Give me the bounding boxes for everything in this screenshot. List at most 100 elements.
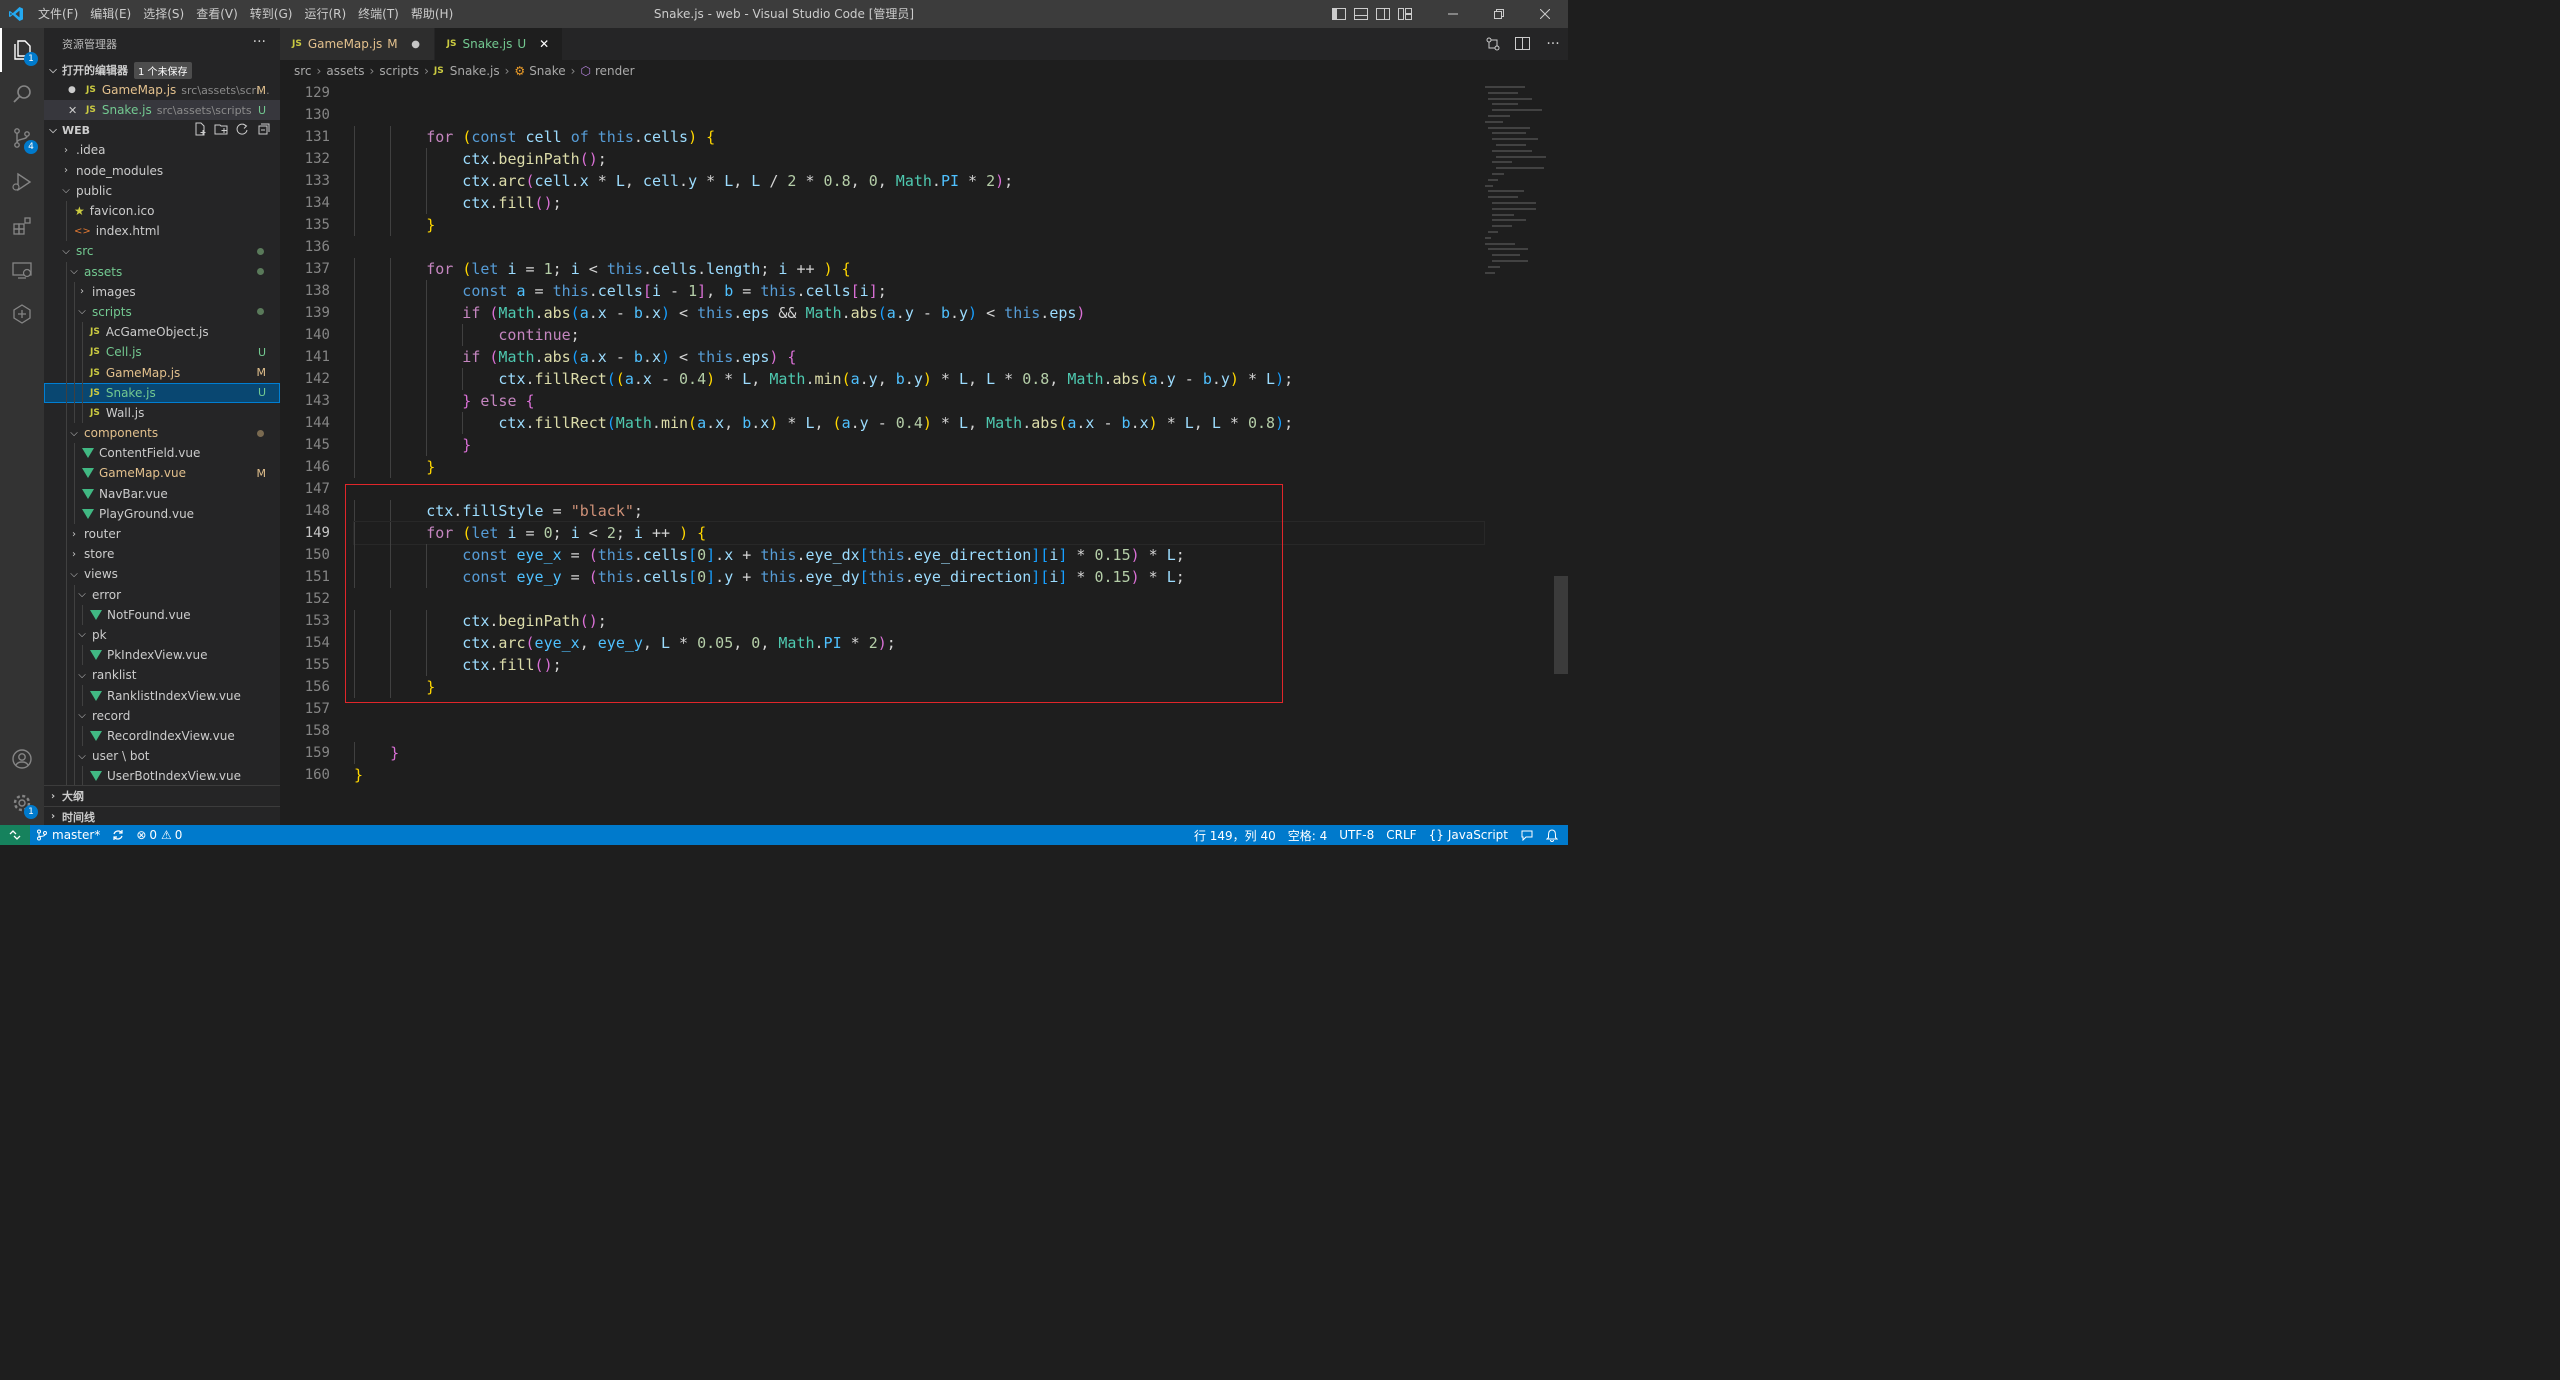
- code-editor[interactable]: 129 130 131 132 133 134 135 136 137 138 139 140 141 1…: [280, 82, 1568, 825]
- toggle-secondary-sidebar-icon[interactable]: [1372, 0, 1394, 28]
- remote-indicator-icon[interactable]: [0, 825, 30, 845]
- tree-folder[interactable]: › .idea: [44, 140, 280, 160]
- code-line[interactable]: ctx.fillStyle = "black";: [354, 500, 1484, 522]
- tree-file[interactable]: GameMap.vue M: [44, 463, 280, 484]
- code-line[interactable]: [354, 236, 1484, 258]
- close-tab-icon[interactable]: ✕: [536, 37, 552, 51]
- menu-item[interactable]: 终端(T): [352, 0, 405, 28]
- encoding[interactable]: UTF-8: [1333, 825, 1380, 845]
- code-line[interactable]: ctx.beginPath();: [354, 610, 1484, 632]
- run-debug-icon[interactable]: [0, 160, 44, 204]
- close-icon[interactable]: ✕: [68, 104, 80, 117]
- tree-file[interactable]: PkIndexView.vue: [44, 645, 280, 666]
- code-line[interactable]: ctx.fillRect(Math.min(a.x, b.x) * L, (a.…: [354, 412, 1484, 434]
- breadcrumb-item[interactable]: scripts: [379, 64, 419, 78]
- tree-file[interactable]: ★ favicon.ico: [44, 200, 280, 222]
- code-line[interactable]: }: [354, 742, 1484, 764]
- code-line[interactable]: }: [354, 764, 1484, 786]
- code-line[interactable]: ctx.arc(cell.x * L, cell.y * L, L / 2 * …: [354, 170, 1484, 192]
- customize-layout-icon[interactable]: [1394, 0, 1416, 28]
- code-line[interactable]: const eye_y = (this.cells[0].y + this.ey…: [354, 566, 1484, 588]
- tree-file[interactable]: RanklistIndexView.vue: [44, 685, 280, 706]
- code-line[interactable]: [354, 478, 1484, 500]
- tree-file[interactable]: JS Cell.js U: [44, 342, 280, 363]
- indentation[interactable]: 空格: 4: [1282, 825, 1334, 845]
- menu-item[interactable]: 运行(R): [298, 0, 352, 28]
- tree-folder[interactable]: ⌵ components: [44, 423, 280, 444]
- code-line[interactable]: continue;: [354, 324, 1484, 346]
- open-editors-section[interactable]: ⌵ 打开的编辑器 1 个未保存: [44, 60, 280, 80]
- breadcrumb-item[interactable]: render: [595, 64, 635, 78]
- tree-file[interactable]: JS Snake.js U: [44, 382, 280, 403]
- code-line[interactable]: ctx.beginPath();: [354, 148, 1484, 170]
- timeline-extension-icon[interactable]: [0, 292, 44, 336]
- tree-folder[interactable]: ⌵ src: [44, 241, 280, 261]
- settings-gear-icon[interactable]: 1: [0, 781, 44, 825]
- code-line[interactable]: }: [354, 434, 1484, 456]
- code-line[interactable]: if (Math.abs(a.x - b.x) < this.eps && Ma…: [354, 302, 1484, 324]
- menu-item[interactable]: 文件(F): [32, 0, 84, 28]
- toggle-panel-icon[interactable]: [1350, 0, 1372, 28]
- tree-folder[interactable]: ⌵ record: [44, 705, 280, 726]
- tree-folder[interactable]: ⌵ error: [44, 584, 280, 605]
- menu-item[interactable]: 查看(V): [190, 0, 244, 28]
- split-editor-icon[interactable]: [1508, 28, 1538, 60]
- new-file-icon[interactable]: [193, 122, 207, 136]
- code-line[interactable]: }: [354, 214, 1484, 236]
- code-line[interactable]: [354, 588, 1484, 610]
- workspace-section[interactable]: ⌵ WEB: [44, 120, 280, 140]
- sync-icon[interactable]: [106, 825, 130, 845]
- code-line[interactable]: [354, 720, 1484, 742]
- breadcrumb-item[interactable]: assets: [326, 64, 364, 78]
- branch-status[interactable]: master*: [30, 825, 106, 845]
- extensions-icon[interactable]: [0, 204, 44, 248]
- tree-file[interactable]: ContentField.vue: [44, 443, 280, 464]
- menu-item[interactable]: 选择(S): [137, 0, 190, 28]
- code-line[interactable]: for (let i = 1; i < this.cells.length; i…: [354, 258, 1484, 280]
- tree-folder[interactable]: ⌵ pk: [44, 624, 280, 646]
- code-line[interactable]: if (Math.abs(a.x - b.x) < this.eps) {: [354, 346, 1484, 368]
- search-icon[interactable]: [0, 72, 44, 116]
- problems-status[interactable]: ⊗ 0 ⚠ 0: [130, 825, 188, 845]
- tree-folder[interactable]: › store: [44, 544, 280, 565]
- tree-folder[interactable]: ⌵ views: [44, 564, 280, 585]
- tree-file[interactable]: NotFound.vue: [44, 604, 280, 625]
- vertical-scrollbar[interactable]: [1554, 576, 1568, 674]
- open-changes-icon[interactable]: [1478, 28, 1508, 60]
- end-of-line[interactable]: CRLF: [1380, 825, 1422, 845]
- feedback-icon[interactable]: [1514, 825, 1540, 845]
- tree-folder[interactable]: ⌵ user \ bot: [44, 746, 280, 767]
- account-icon[interactable]: [0, 737, 44, 781]
- code-line[interactable]: for (const cell of this.cells) {: [354, 126, 1484, 148]
- code-lines[interactable]: for (const cell of this.cells) {ctx.begi…: [353, 82, 1485, 786]
- cursor-position[interactable]: 行 149，列 40: [1188, 825, 1282, 845]
- dirty-dot-icon[interactable]: ●: [408, 39, 424, 50]
- code-line[interactable]: for (let i = 0; i < 2; i ++ ) {: [353, 521, 1485, 545]
- more-actions-icon[interactable]: ···: [1538, 28, 1568, 60]
- breadcrumb-item[interactable]: Snake.js: [450, 64, 500, 78]
- source-control-icon[interactable]: 4: [0, 116, 44, 160]
- tree-folder[interactable]: › router: [44, 523, 280, 545]
- breadcrumb-item[interactable]: src: [294, 64, 312, 78]
- close-window-icon[interactable]: [1522, 0, 1568, 28]
- tree-file[interactable]: PlayGround.vue: [44, 503, 280, 524]
- tree-file[interactable]: <> index.html: [44, 221, 280, 242]
- dirty-dot-icon[interactable]: ●: [68, 85, 80, 95]
- toggle-primary-sidebar-icon[interactable]: [1328, 0, 1350, 28]
- open-editor-gamemap[interactable]: ● JS GameMap.js src\assets\scri... M: [44, 80, 280, 100]
- code-line[interactable]: ctx.fill();: [354, 192, 1484, 214]
- tab-gamemap[interactable]: JS GameMap.js M ●: [280, 28, 435, 60]
- new-folder-icon[interactable]: [214, 122, 228, 136]
- code-line[interactable]: ctx.fillRect((a.x - 0.4) * L, Math.min(a…: [354, 368, 1484, 390]
- tree-file[interactable]: UserBotIndexView.vue: [44, 766, 280, 787]
- refresh-icon[interactable]: [235, 122, 249, 136]
- tree-file[interactable]: RecordIndexView.vue: [44, 725, 280, 746]
- open-editor-snake[interactable]: ✕ JS Snake.js src\assets\scripts U: [44, 100, 280, 121]
- notifications-bell-icon[interactable]: [1540, 825, 1568, 845]
- language-mode[interactable]: {} JavaScript: [1423, 825, 1514, 845]
- minimize-window-icon[interactable]: [1430, 0, 1476, 28]
- tab-snake[interactable]: JS Snake.js U ✕: [434, 28, 564, 60]
- tree-file[interactable]: NavBar.vue: [44, 483, 280, 504]
- tree-folder[interactable]: ⌵ assets: [44, 261, 280, 282]
- remote-explorer-icon[interactable]: [0, 248, 44, 292]
